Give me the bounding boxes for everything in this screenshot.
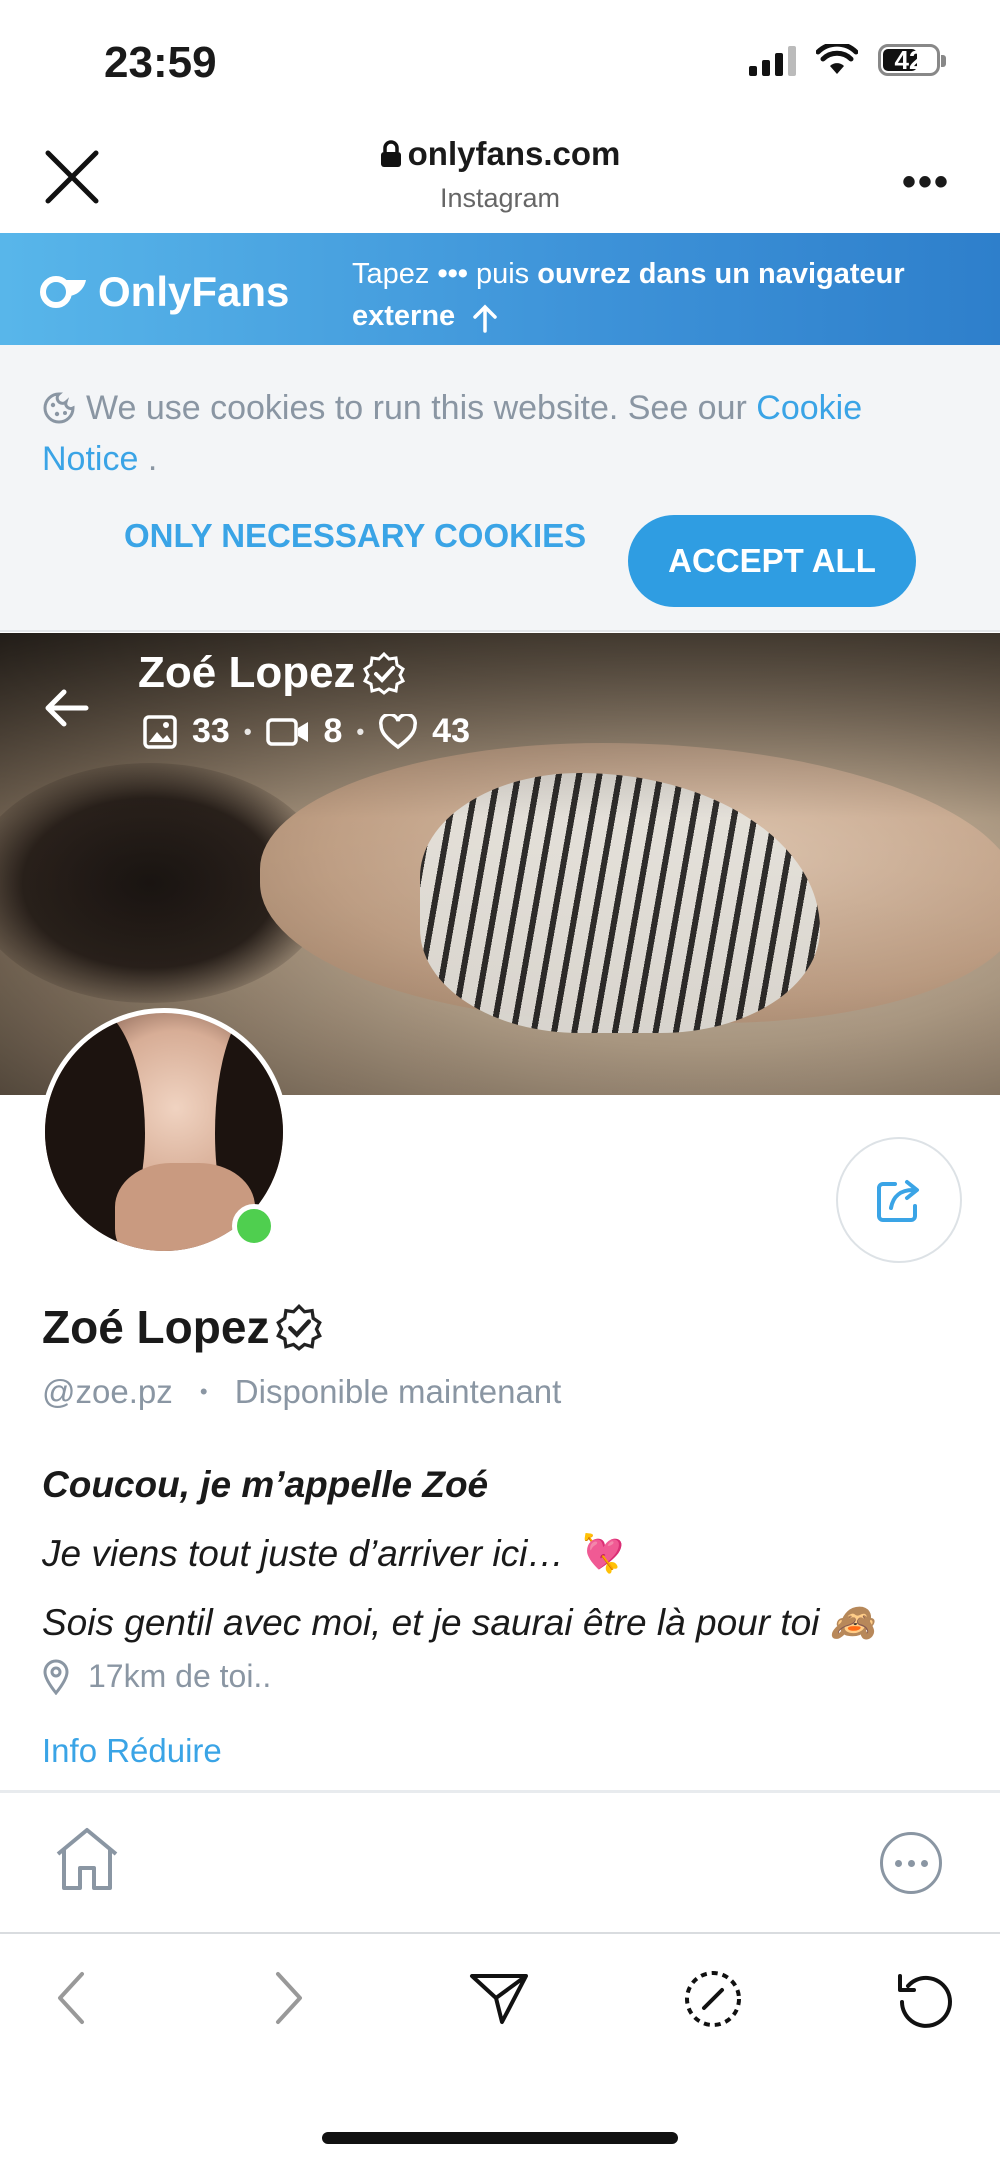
cover-name-text: Zoé Lopez: [138, 648, 356, 697]
like-count: 43: [432, 712, 470, 750]
onlyfans-logo-icon: [40, 276, 86, 308]
profile-name: Zoé Lopez: [42, 1300, 323, 1354]
share-button[interactable]: [836, 1137, 962, 1263]
back-arrow-icon[interactable]: [40, 680, 96, 736]
cookie-text: We use cookies to run this website. See …: [42, 383, 962, 485]
accept-all-button[interactable]: ACCEPT ALL: [628, 515, 916, 607]
video-icon: [265, 717, 308, 746]
hint-text: Tapez: [352, 258, 430, 290]
home-icon[interactable]: [52, 1826, 122, 1892]
more-menu-button[interactable]: [880, 1832, 942, 1894]
battery-icon: 42: [878, 44, 946, 76]
status-time: 23:59: [104, 38, 217, 87]
onlyfans-logo: OnlyFans: [40, 268, 289, 316]
open-in-browser-banner: OnlyFans Tapez ••• puis ouvrez dans un n…: [0, 233, 1000, 345]
profile-bio: Coucou, je m’appelle Zoé Je viens tout j…: [42, 1450, 972, 1657]
only-necessary-cookies-button[interactable]: ONLY NECESSARY COOKIES: [124, 517, 586, 555]
profile-name-text: Zoé Lopez: [42, 1301, 270, 1353]
more-options-button[interactable]: •••: [902, 160, 950, 205]
refresh-icon[interactable]: [894, 1968, 956, 2030]
verified-badge-icon: [276, 1303, 323, 1351]
location-row: 17km de toi..: [42, 1658, 271, 1695]
status-icons: 42: [749, 44, 946, 76]
open-browser-hint: Tapez ••• puis ouvrez dans un navigateur…: [352, 253, 962, 337]
heart-icon: [379, 713, 418, 749]
hint-bold-text: ouvrez dans un navigateur externe: [352, 258, 905, 332]
hint-dots-icon: •••: [437, 258, 468, 290]
cookie-notice-panel: We use cookies to run this website. See …: [0, 345, 1000, 632]
cookie-message: We use cookies to run this website. See …: [86, 389, 747, 427]
info-collapse-link[interactable]: Info Réduire: [42, 1732, 222, 1770]
bio-line: Sois gentil avec moi, et je saurai être …: [42, 1602, 876, 1643]
profile-handle-row: @zoe.pz • Disponible maintenant: [42, 1373, 561, 1411]
send-icon[interactable]: [468, 1968, 530, 2028]
home-indicator: [322, 2132, 678, 2144]
availability-status: Disponible maintenant: [234, 1373, 562, 1410]
divider: [0, 1790, 1000, 1793]
wifi-icon: [816, 44, 858, 74]
cover-stats: 33 • 8 • 43: [142, 712, 470, 751]
url-subtitle: Instagram: [439, 183, 561, 213]
verified-badge-icon: [362, 651, 405, 695]
back-icon[interactable]: [50, 1968, 94, 2028]
battery-level: 42: [894, 45, 924, 75]
bio-line: Je viens tout juste d’arriver ici… 💘: [42, 1533, 621, 1574]
photo-count: 33: [192, 712, 230, 750]
hint-text-2: puis: [475, 258, 530, 290]
stat-separator: •: [356, 718, 365, 744]
arrow-up-icon: [473, 304, 497, 333]
online-status-indicator: [232, 1204, 276, 1248]
lock-icon: [380, 140, 401, 167]
share-icon: [877, 1180, 919, 1222]
location-pin-icon: [43, 1659, 69, 1695]
cellular-signal-icon: [749, 44, 796, 76]
profile-handle: @zoe.pz: [42, 1373, 173, 1410]
handle-separator: •: [199, 1379, 208, 1404]
compass-icon[interactable]: [682, 1968, 744, 2030]
url-domain: onlyfans.com: [407, 135, 621, 172]
location-text: 17km de toi..: [88, 1658, 272, 1694]
divider: [0, 1932, 1000, 1934]
photo-icon: [143, 714, 177, 749]
cookie-period: .: [147, 440, 158, 478]
stat-separator: •: [243, 718, 252, 744]
url-bar[interactable]: onlyfans.com: [0, 135, 1000, 173]
onlyfans-logo-text: OnlyFans: [98, 268, 290, 315]
video-count: 8: [323, 712, 343, 750]
forward-icon[interactable]: [266, 1968, 310, 2028]
bio-line: Coucou, je m’appelle Zoé: [42, 1464, 489, 1505]
cover-profile-name: Zoé Lopez: [138, 648, 406, 698]
cookie-icon: [43, 392, 75, 424]
